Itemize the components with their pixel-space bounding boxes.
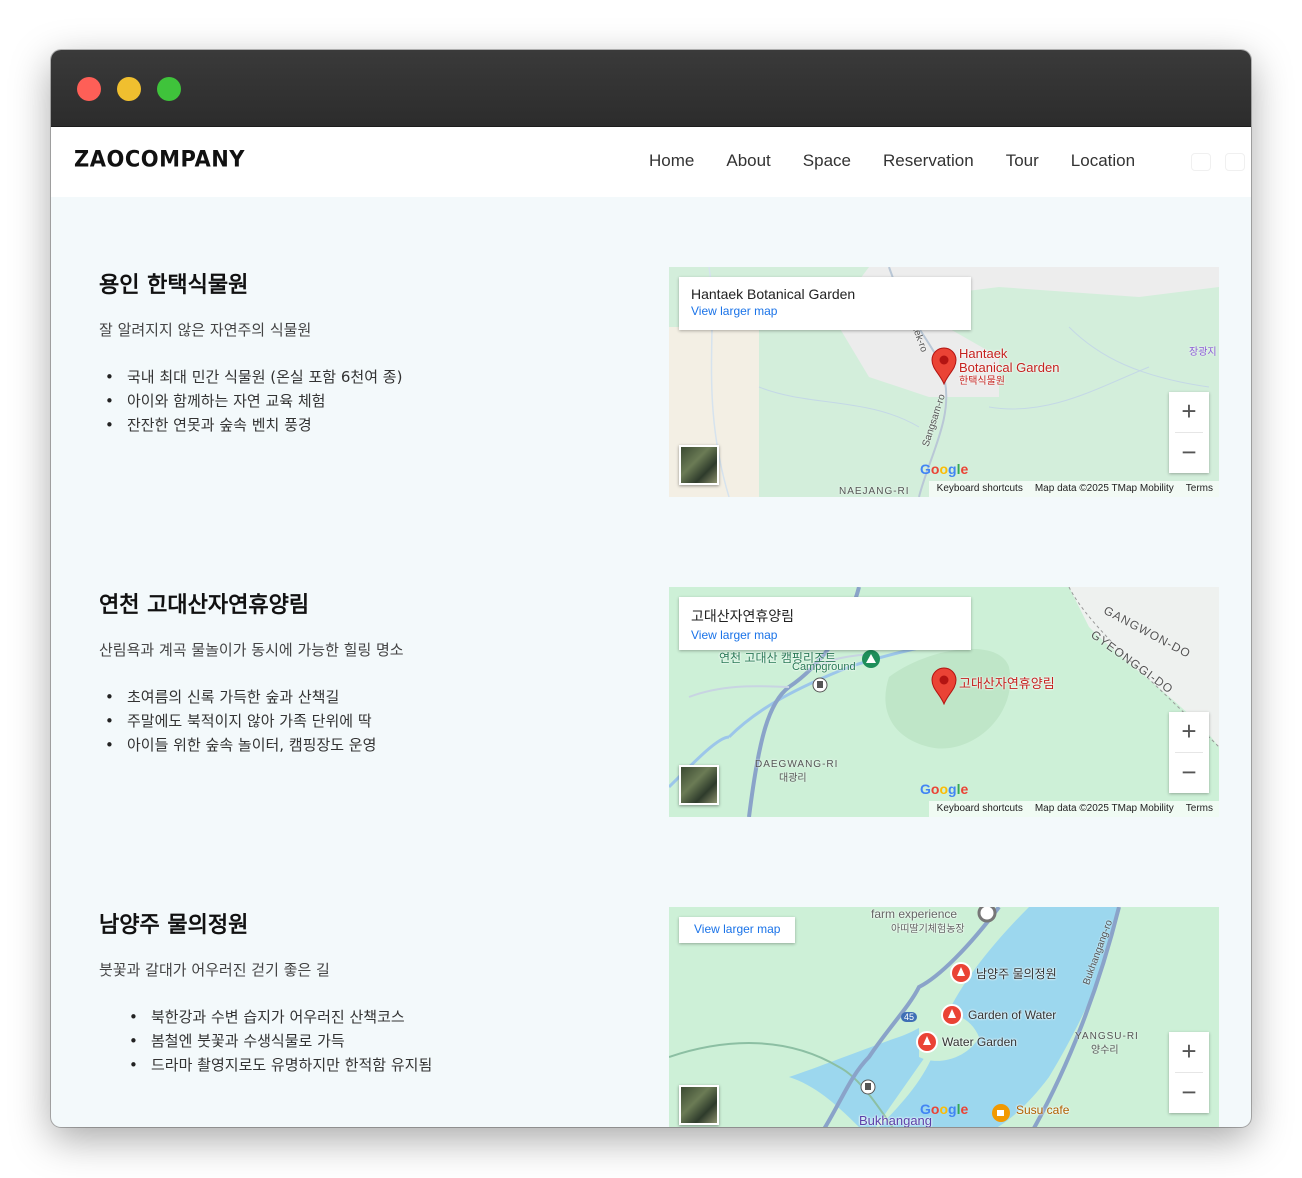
list-item: 드라마 촬영지로도 유명하지만 한적함 유지됨 xyxy=(129,1053,432,1077)
zoom-in-button[interactable]: + xyxy=(1169,712,1209,752)
feature-list: 국내 최대 민간 식물원 (온실 포함 6천여 종) 아이와 함께하는 자연 교… xyxy=(105,365,402,437)
highway-shield: 45 xyxy=(901,1012,918,1022)
nav-space[interactable]: Space xyxy=(803,151,851,171)
transit-icon[interactable] xyxy=(812,677,828,693)
nav-home[interactable]: Home xyxy=(649,151,694,171)
place-name: 고대산자연휴양림 xyxy=(691,608,795,624)
list-item: 아이들 위한 숲속 놀이터, 캠핑장도 운영 xyxy=(105,733,376,757)
site-logo[interactable]: ZAOCOMPANY xyxy=(74,146,245,171)
zoom-controls: + − xyxy=(1169,392,1209,473)
title-bar xyxy=(51,50,1251,127)
map-info-card: 고대산자연휴양림 View larger map xyxy=(679,597,971,650)
google-logo: Google xyxy=(920,1101,969,1117)
satellite-toggle[interactable] xyxy=(679,765,719,805)
close-window-button[interactable] xyxy=(77,77,101,101)
google-logo: Google xyxy=(920,461,969,477)
keyboard-shortcuts-link[interactable]: Keyboard shortcuts xyxy=(937,803,1023,817)
satellite-toggle[interactable] xyxy=(679,1085,719,1125)
list-item: 초여름의 신록 가득한 숲과 산책길 xyxy=(105,685,376,709)
section-title: 연천 고대산자연휴양림 xyxy=(99,593,310,618)
browser-window: ZAOCOMPANY Home About Space Reservation … xyxy=(51,50,1251,1127)
google-logo: Google xyxy=(920,781,969,797)
keyboard-shortcuts-link[interactable]: Keyboard shortcuts xyxy=(937,483,1023,497)
nav-tour[interactable]: Tour xyxy=(1006,151,1039,171)
section-subtitle: 산림욕과 계곡 물놀이가 동시에 가능한 힐링 명소 xyxy=(99,641,404,659)
header-icons xyxy=(1191,153,1245,171)
map-attribution: Keyboard shortcuts Map data ©2025 TMap M… xyxy=(928,801,1219,817)
map-label-area: 장광지 xyxy=(1189,347,1217,358)
section-title: 용인 한택식물원 xyxy=(99,273,249,298)
zoom-in-button[interactable]: + xyxy=(1169,1032,1209,1072)
maximize-window-button[interactable] xyxy=(157,77,181,101)
zoom-in-button[interactable]: + xyxy=(1169,392,1209,432)
zoom-out-button[interactable]: − xyxy=(1169,753,1209,793)
nav-about[interactable]: About xyxy=(726,151,770,171)
cafe-icon[interactable] xyxy=(991,1103,1011,1123)
map-data-text: Map data ©2025 TMap Mobility xyxy=(1034,803,1174,814)
list-item: 주말에도 북적이지 않아 가족 단위에 딱 xyxy=(105,709,376,733)
map-label-area: 양수리 xyxy=(1091,1045,1119,1056)
map-data-text: Map data ©2025 TMap Mobility xyxy=(1034,483,1174,494)
map-pin-label: 고대산자연휴양림 xyxy=(959,676,1055,691)
section-subtitle: 잘 알려지지 않은 자연주의 식물원 xyxy=(99,321,312,339)
list-item: 국내 최대 민간 식물원 (온실 포함 6천여 종) xyxy=(105,365,402,389)
map-label-poi: 아띠딸기체험농장 xyxy=(891,924,965,935)
transit-icon[interactable] xyxy=(860,1079,876,1095)
list-item: 북한강과 수변 습지가 어우러진 산책코스 xyxy=(129,1005,432,1029)
map-label-poi: Water Garden xyxy=(942,1035,1017,1049)
main-nav: Home About Space Reservation Tour Locati… xyxy=(649,151,1135,171)
zoom-controls: + − xyxy=(1169,712,1209,793)
map-label-area: NAEJANG-RI xyxy=(839,486,910,497)
park-pin-icon[interactable] xyxy=(950,962,972,984)
park-pin-icon[interactable] xyxy=(916,1031,938,1053)
nav-location[interactable]: Location xyxy=(1071,151,1135,171)
location-section-godaesan: 연천 고대산자연휴양림 산림욕과 계곡 물놀이가 동시에 가능한 힐링 명소 초… xyxy=(51,587,1251,817)
main-content: 용인 한택식물원 잘 알려지지 않은 자연주의 식물원 국내 최대 민간 식물원… xyxy=(51,197,1251,1127)
map-label-poi: 남양주 물의정원 xyxy=(976,967,1057,981)
map-label-poi: Susu cafe xyxy=(1016,1103,1070,1117)
minimize-window-button[interactable] xyxy=(117,77,141,101)
map-pin-icon[interactable] xyxy=(930,347,958,385)
map-embed[interactable]: aek-ro Sangsam-ro NAEJANG-RI 장광지 Hantaek… xyxy=(669,267,1219,497)
farm-icon[interactable] xyxy=(977,907,997,923)
map-label-poi: farm experience xyxy=(871,907,958,921)
section-title: 남양주 물의정원 xyxy=(99,913,249,938)
list-item: 잔잔한 연못과 숲속 벤치 풍경 xyxy=(105,413,402,437)
map-info-card: Hantaek Botanical Garden View larger map xyxy=(679,277,971,330)
map-pin-icon[interactable] xyxy=(930,667,958,705)
nav-reservation[interactable]: Reservation xyxy=(883,151,974,171)
place-name: Hantaek Botanical Garden xyxy=(691,286,856,302)
youtube-icon[interactable] xyxy=(1191,153,1211,171)
map-label-area: 대광리 xyxy=(779,773,807,784)
location-section-hantaek: 용인 한택식물원 잘 알려지지 않은 자연주의 식물원 국내 최대 민간 식물원… xyxy=(51,267,1251,497)
section-subtitle: 붓꽃과 갈대가 어우러진 걷기 좋은 길 xyxy=(99,961,330,979)
list-item: 아이와 함께하는 자연 교육 체험 xyxy=(105,389,402,413)
view-larger-map-link[interactable]: View larger map xyxy=(679,917,795,943)
map-label-poi: Garden of Water xyxy=(968,1008,1057,1022)
feature-list: 북한강과 수변 습지가 어우러진 산책코스 봄철엔 붓꽃과 수생식물로 가득 드… xyxy=(129,1005,432,1077)
feature-list: 초여름의 신록 가득한 숲과 산책길 주말에도 북적이지 않아 가족 단위에 딱… xyxy=(105,685,376,757)
map-label-poi: Campground xyxy=(792,661,856,673)
view-larger-map-link[interactable]: View larger map xyxy=(691,304,959,318)
terms-link[interactable]: Terms xyxy=(1186,483,1213,497)
instagram-icon[interactable] xyxy=(1225,153,1245,171)
zoom-controls: + − xyxy=(1169,1032,1209,1113)
location-section-water-garden: 남양주 물의정원 붓꽃과 갈대가 어우러진 걷기 좋은 길 북한강과 수변 습지… xyxy=(51,907,1251,1127)
list-item: 봄철엔 붓꽃과 수생식물로 가득 xyxy=(129,1029,432,1053)
terms-link[interactable]: Terms xyxy=(1186,803,1213,817)
satellite-toggle[interactable] xyxy=(679,445,719,485)
site-header: ZAOCOMPANY Home About Space Reservation … xyxy=(51,127,1251,197)
map-embed[interactable]: GANGWON-DO GYEONGGI-DO DAEGWANG-RI 대광리 연… xyxy=(669,587,1219,817)
park-pin-icon[interactable] xyxy=(941,1004,963,1026)
campground-icon[interactable] xyxy=(861,649,881,669)
view-larger-map-link[interactable]: View larger map xyxy=(691,628,959,642)
map-embed[interactable]: farm experience 아띠딸기체험농장 남양주 물의정원 Garden… xyxy=(669,907,1219,1127)
map-pin-label: Hantaek Botanical Garden 한택식물원 xyxy=(959,346,1060,388)
zoom-out-button[interactable]: − xyxy=(1169,1073,1209,1113)
zoom-out-button[interactable]: − xyxy=(1169,433,1209,473)
map-attribution: Keyboard shortcuts Map data ©2025 TMap M… xyxy=(928,481,1219,497)
